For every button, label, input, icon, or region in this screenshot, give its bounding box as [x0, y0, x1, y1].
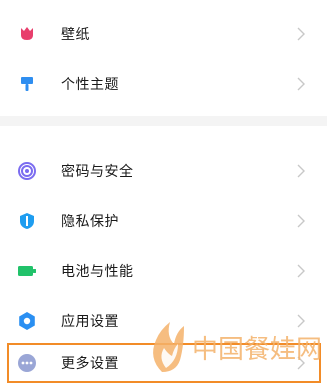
paint-roller-icon [17, 74, 37, 94]
chevron-right-icon [297, 164, 305, 178]
settings-item-label: 壁纸 [61, 27, 90, 43]
settings-item-label: 密码与安全 [61, 164, 134, 180]
chevron-right-icon [297, 214, 305, 228]
settings-item-label: 个性主题 [61, 77, 119, 93]
settings-item-theme[interactable]: 个性主题 [0, 59, 327, 109]
settings-item-label: 电池与性能 [61, 264, 134, 280]
highlight-box [7, 343, 321, 383]
settings-item-label: 隐私保护 [61, 214, 119, 230]
fingerprint-icon [17, 161, 37, 181]
chevron-right-icon [297, 314, 305, 328]
battery-icon [17, 261, 37, 281]
settings-item-label: 应用设置 [61, 314, 119, 330]
section-divider [0, 116, 327, 126]
tulip-icon [17, 24, 37, 44]
settings-item-password-security[interactable]: 密码与安全 [0, 146, 327, 196]
chevron-right-icon [297, 27, 305, 41]
chevron-right-icon [297, 264, 305, 278]
chevron-right-icon [297, 77, 305, 91]
settings-item-app-settings[interactable]: 应用设置 [0, 296, 327, 346]
settings-item-wallpaper[interactable]: 壁纸 [0, 9, 327, 59]
settings-item-privacy[interactable]: 隐私保护 [0, 196, 327, 246]
gear-icon [17, 311, 37, 331]
settings-item-battery[interactable]: 电池与性能 [0, 246, 327, 296]
shield-icon [17, 211, 37, 231]
